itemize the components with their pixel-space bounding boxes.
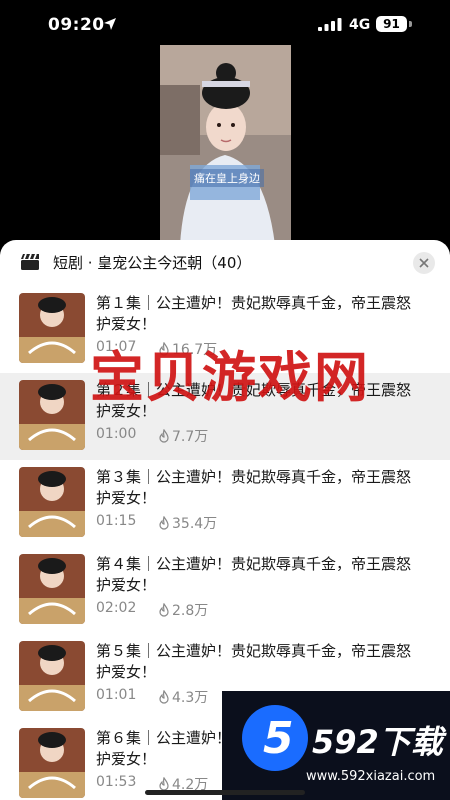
episode-title: 第３集｜公主遭妒！贵妃欺辱真千金，帝王震怒护爱女！	[96, 468, 412, 507]
flame-icon	[159, 429, 169, 443]
close-icon	[419, 258, 429, 268]
site-logo: 5 592下载 www.592xiazai.com	[222, 691, 450, 800]
episode-duration: 01:00	[96, 426, 137, 442]
status-bar: 09:20 4G 91	[0, 0, 450, 50]
close-button[interactable]	[413, 252, 435, 274]
episode-views: 4.3万	[158, 687, 208, 707]
network-type: 4G	[349, 17, 371, 33]
sheet-header: 短剧 · 皇宠公主今还朝（40）	[0, 240, 450, 286]
clapperboard-icon	[21, 253, 39, 270]
flame-icon	[159, 603, 169, 617]
episode-views-count: 35.4万	[172, 516, 218, 532]
episode-item[interactable]: 第４集｜公主遭妒！贵妃欺辱真千金，帝王震怒护爱女！ 02:02 2.8万	[0, 547, 450, 634]
site-watermark: 宝贝游戏网	[90, 345, 370, 409]
episode-duration: 01:15	[96, 513, 137, 529]
location-arrow-icon	[104, 18, 116, 30]
flame-icon	[159, 777, 169, 791]
cellular-signal-icon	[318, 18, 342, 31]
video-subtitle: 痛在皇上身边	[190, 169, 264, 187]
video-player[interactable]: 痛在皇上身边	[160, 45, 291, 245]
battery-icon: 91	[376, 16, 407, 32]
episode-thumbnail	[19, 467, 85, 537]
episode-item[interactable]: 第３集｜公主遭妒！贵妃欺辱真千金，帝王震怒护爱女！ 01:15 35.4万	[0, 460, 450, 547]
sheet-title: 短剧 · 皇宠公主今还朝（40）	[53, 254, 252, 272]
episode-views: 35.4万	[158, 513, 217, 533]
episode-thumbnail	[19, 554, 85, 624]
episode-duration: 01:53	[96, 774, 137, 790]
episode-thumbnail	[19, 380, 85, 450]
episode-title: 第４集｜公主遭妒！贵妃欺辱真千金，帝王震怒护爱女！	[96, 555, 412, 594]
episode-thumbnail	[19, 728, 85, 798]
video-frame-image	[160, 45, 291, 245]
flame-icon	[159, 516, 169, 530]
episode-duration: 02:02	[96, 600, 137, 616]
episode-views-count: 4.3万	[172, 690, 209, 706]
episode-views: 2.8万	[158, 600, 208, 620]
episode-views-count: 2.8万	[172, 603, 209, 619]
episode-views: 7.7万	[158, 426, 208, 446]
episode-thumbnail	[19, 293, 85, 363]
battery-cap	[409, 21, 412, 27]
episode-title: 第５集｜公主遭妒！贵妃欺辱真千金，帝王震怒护爱女！	[96, 642, 412, 681]
episode-views-count: 7.7万	[172, 429, 209, 445]
episode-thumbnail	[19, 641, 85, 711]
episode-title: 第１集｜公主遭妒！贵妃欺辱真千金，帝王震怒护爱女！	[96, 294, 412, 333]
logo-text: 592下载	[312, 723, 443, 761]
episode-duration: 01:01	[96, 687, 137, 703]
logo-url: www.592xiazai.com	[306, 769, 436, 784]
logo-digit: 5	[263, 713, 294, 764]
status-time: 09:20	[48, 15, 105, 35]
flame-icon	[159, 690, 169, 704]
home-indicator[interactable]	[145, 790, 305, 795]
